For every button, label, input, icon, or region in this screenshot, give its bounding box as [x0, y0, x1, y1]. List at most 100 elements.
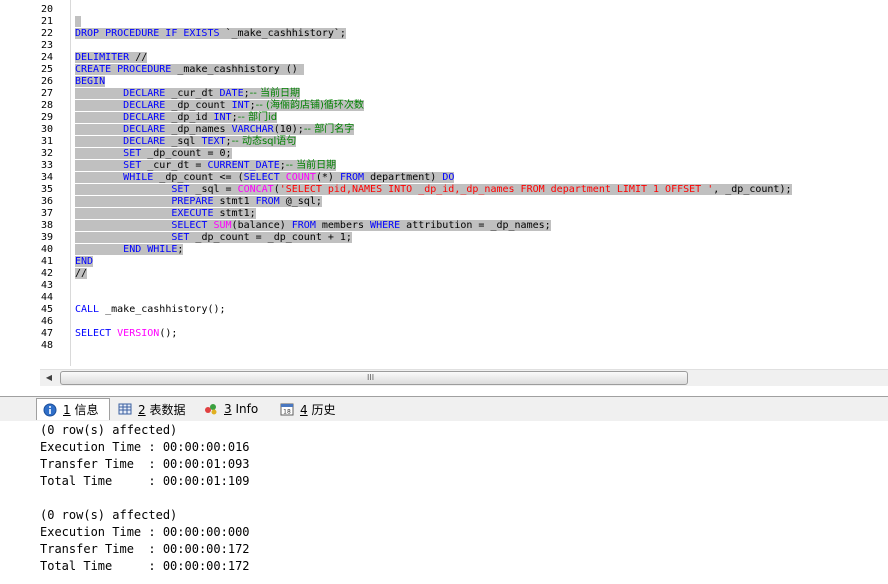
code-token: DECLARE — [123, 112, 172, 123]
scroll-left-icon[interactable]: ◀ — [42, 372, 56, 384]
code-token: CREATE PROCEDURE — [75, 64, 178, 75]
tab-table-data[interactable]: 2 表数据 — [112, 399, 196, 419]
code-line[interactable]: 27 DECLARE _cur_dt DATE;-- 当前日期 — [41, 88, 888, 100]
code-line[interactable]: 34 WHILE _dp_count <= (SELECT COUNT(*) F… — [41, 172, 888, 184]
code-line[interactable]: 48 — [41, 340, 888, 352]
line-number: 47 — [41, 328, 54, 339]
code-token: END — [75, 256, 94, 267]
code-content: END WHILE; — [75, 244, 184, 255]
code-line[interactable]: 22 DROP PROCEDURE IF EXISTS `_make_cashhi… — [41, 28, 888, 40]
output-line: Transfer Time : 00:00:00:172 — [40, 542, 250, 556]
code-token: INT — [231, 100, 250, 111]
code-line[interactable]: 25 CREATE PROCEDURE _make_cashhistory () — [41, 64, 888, 76]
code-line[interactable]: 24 DELIMITER // — [41, 52, 888, 64]
code-content: CREATE PROCEDURE _make_cashhistory () — [75, 64, 304, 75]
code-line[interactable]: 38 SELECT SUM(balance) FROM members WHER… — [41, 220, 888, 232]
info-icon — [43, 403, 57, 417]
code-token: _dp_id — [171, 112, 214, 123]
code-content: END — [75, 256, 94, 267]
code-token: // — [75, 268, 88, 279]
output-line: (0 row(s) affected) — [40, 423, 178, 437]
code-line[interactable]: 42 // — [41, 268, 888, 280]
code-content: SET _sql = CONCAT('SELECT pid,NAMES INTO… — [75, 184, 792, 195]
code-token: `_make_cashhistory`; — [225, 28, 346, 39]
code-line[interactable]: 31 DECLARE _sql TEXT;-- 动态sql语句 — [41, 136, 888, 148]
code-token: (10); — [273, 124, 304, 135]
code-line[interactable]: 26 BEGIN — [41, 76, 888, 88]
code-token: VERSION — [117, 328, 160, 339]
horizontal-scrollbar[interactable]: ◀ III — [40, 369, 888, 386]
code-line[interactable]: 33 SET _cur_dt = CURRENT_DATE;-- 当前日期 — [41, 160, 888, 172]
code-line[interactable]: 39 SET _dp_count = _dp_count + 1; — [41, 232, 888, 244]
code-line[interactable]: 21 — [41, 16, 888, 28]
line-number: 46 — [41, 316, 54, 327]
code-line[interactable]: 32 SET _dp_count = 0; — [41, 148, 888, 160]
code-line[interactable]: 28 DECLARE _dp_count INT;-- (海俪韵店铺)循环次数 — [41, 100, 888, 112]
code-token: (balance) — [231, 220, 292, 231]
code-token: (); — [159, 328, 178, 339]
code-line[interactable]: 41 END — [41, 256, 888, 268]
code-token: @_sql; — [285, 196, 322, 207]
code-line[interactable]: 46 — [41, 316, 888, 328]
sql-editor[interactable]: 192021 22DROP PROCEDURE IF EXISTS `_make… — [0, 0, 888, 366]
code-token: _dp_count = 0; — [147, 148, 232, 159]
code-line[interactable]: 20 — [41, 4, 888, 16]
code-content: DROP PROCEDURE IF EXISTS `_make_cashhist… — [75, 28, 346, 39]
output-text: (0 row(s) affected) Execution Time : 00:0… — [0, 421, 888, 575]
svg-text:18: 18 — [283, 409, 291, 416]
code-token: BEGIN — [75, 76, 106, 87]
code-line[interactable]: 47 SELECT VERSION(); — [41, 328, 888, 340]
tab-info[interactable]: 3 Info — [198, 399, 272, 419]
code-content: PREPARE stmt1 FROM @_sql; — [75, 196, 322, 207]
code-content: SET _dp_count = 0; — [75, 148, 232, 159]
output-line: (0 row(s) affected) — [40, 508, 178, 522]
line-number: 45 — [41, 304, 54, 315]
line-number: 44 — [41, 292, 54, 303]
code-line[interactable]: 36 PREPARE stmt1 FROM @_sql; — [41, 196, 888, 208]
scrollbar-thumb[interactable]: III — [60, 371, 688, 385]
code-area[interactable]: 192021 22DROP PROCEDURE IF EXISTS `_make… — [41, 0, 888, 352]
code-token: WHILE — [123, 172, 160, 183]
tab-number: 2 — [138, 402, 146, 417]
code-line[interactable]: 29 DECLARE _dp_id INT;-- 部门id — [41, 112, 888, 124]
code-token: EXECUTE — [171, 208, 220, 219]
code-token: VARCHAR — [231, 124, 274, 135]
code-line[interactable]: 37 EXECUTE stmt1; — [41, 208, 888, 220]
code-token: DECLARE — [123, 124, 172, 135]
code-line[interactable]: 44 — [41, 292, 888, 304]
line-number: 41 — [41, 256, 54, 267]
code-line[interactable]: 30 DECLARE _dp_names VARCHAR(10);-- 部门名字 — [41, 124, 888, 136]
tab-label: Info — [235, 402, 259, 416]
code-token: stmt1 — [219, 196, 256, 207]
tab-messages[interactable]: 1 信息 — [36, 398, 110, 420]
line-number: 36 — [41, 196, 54, 207]
tab-history[interactable]: 18 4 历史 — [274, 399, 344, 419]
code-line[interactable]: 43 — [41, 280, 888, 292]
output-line: Execution Time : 00:00:00:016 — [40, 440, 250, 454]
code-token: _sql = — [195, 184, 238, 195]
code-content: // — [75, 268, 88, 279]
code-token: -- 部门id — [237, 112, 278, 123]
code-line[interactable]: 45 CALL _make_cashhistory(); — [41, 304, 888, 316]
code-content — [75, 16, 82, 27]
code-token: FROM — [291, 220, 322, 231]
code-content: DECLARE _dp_count INT;-- (海俪韵店铺)循环次数 — [75, 100, 364, 111]
code-token: -- 当前日期 — [285, 160, 337, 171]
line-number: 24 — [41, 52, 54, 63]
code-token: 'SELECT pid,NAMES INTO _dp_id,_dp_names … — [279, 184, 714, 195]
code-line[interactable]: 23 — [41, 40, 888, 52]
code-line[interactable]: 35 SET _sql = CONCAT('SELECT pid,NAMES I… — [41, 184, 888, 196]
tab-label: 历史 — [311, 402, 336, 417]
code-token: SELECT — [171, 220, 214, 231]
code-token: SET — [171, 232, 196, 243]
code-token: , _dp_count); — [713, 184, 792, 195]
code-line[interactable]: 40 END WHILE; — [41, 244, 888, 256]
